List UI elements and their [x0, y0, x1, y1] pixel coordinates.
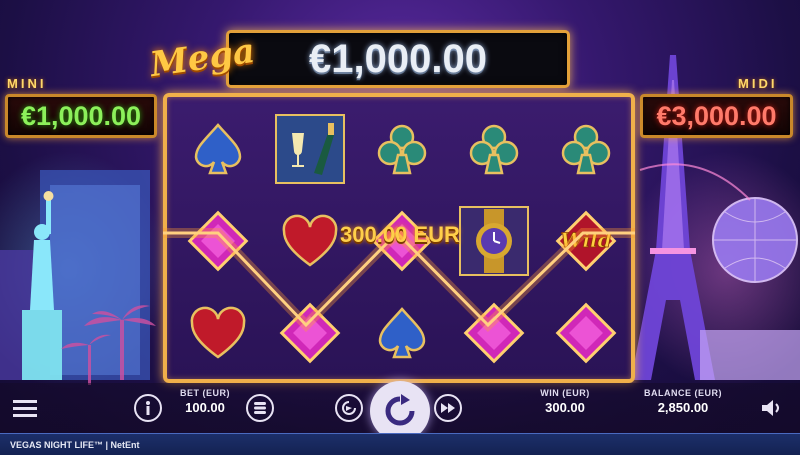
autoplay-icon[interactable]: [335, 394, 363, 422]
sound-icon[interactable]: [760, 397, 784, 419]
mini-jackpot-value: €1,000.00: [5, 94, 157, 138]
spin-button[interactable]: [370, 381, 430, 441]
footer-bar: VEGAS NIGHT LIFE™ | NetEnt: [0, 433, 800, 455]
mini-jackpot-label: MINI: [7, 76, 47, 91]
bet-value: 100.00: [185, 400, 225, 415]
spin-icon: [385, 394, 415, 426]
game-scene: MINI €1,000.00 MIDI €3,000.00 €1,000.00 …: [0, 0, 800, 455]
mega-jackpot-panel: €1,000.00: [226, 30, 570, 88]
fast-forward-icon[interactable]: [434, 394, 462, 422]
balance-label: BALANCE (EUR): [644, 388, 722, 398]
menu-icon[interactable]: [12, 397, 38, 419]
bet-label: BET (EUR): [180, 388, 230, 398]
balloon-landmark: [712, 197, 798, 283]
balance-value: 2,850.00: [657, 400, 709, 415]
line-win-amount: 300.00 EUR: [340, 222, 460, 247]
info-icon[interactable]: [134, 394, 162, 422]
midi-jackpot-value: €3,000.00: [640, 94, 793, 138]
coin-stack-icon[interactable]: [246, 394, 274, 422]
game-provider-text: VEGAS NIGHT LIFE™ | NetEnt: [10, 440, 140, 450]
win-value: 300.00: [545, 400, 585, 415]
win-label: WIN (EUR): [540, 388, 590, 398]
mega-jackpot-value: €1,000.00: [309, 36, 487, 81]
midi-jackpot-label: MIDI: [738, 76, 778, 91]
